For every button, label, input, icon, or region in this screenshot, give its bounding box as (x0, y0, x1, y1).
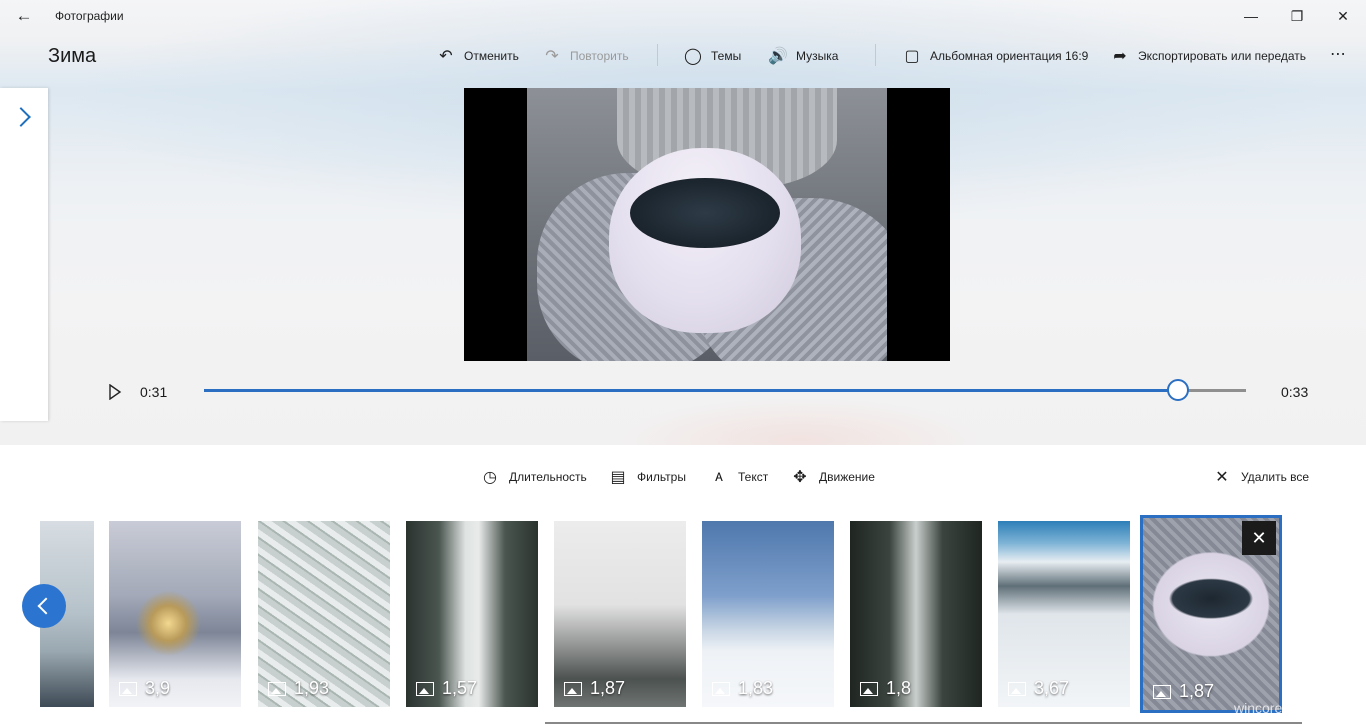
project-title: Зима (48, 45, 97, 67)
seek-bar[interactable] (204, 389, 1246, 392)
storyboard: 3,9 1,93 1,57 1,87 1,83 1,8 3,67 ✕ 1,87 (0, 515, 1366, 728)
project-library-panel[interactable] (0, 88, 48, 421)
image-icon (712, 681, 730, 696)
export-label: Экспортировать или передать (1138, 49, 1307, 63)
scroll-left-button[interactable] (22, 584, 66, 628)
duration-label: Длительность (509, 470, 587, 484)
text-icon: ᴀ (715, 468, 723, 485)
storyboard-clip[interactable]: 1,93 (258, 521, 390, 707)
clip-duration: 3,67 (1008, 678, 1069, 699)
clip-duration: 1,87 (1153, 681, 1214, 702)
toolbar-divider (657, 44, 658, 66)
minimize-button[interactable]: — (1228, 0, 1274, 32)
chevron-left-icon (37, 597, 55, 615)
motion-icon: ✥ (793, 469, 807, 486)
clip-duration-value: 3,67 (1034, 678, 1070, 698)
redo-label: Повторить (570, 49, 629, 63)
image-icon (416, 681, 434, 696)
clip-duration: 1,8 (860, 678, 911, 699)
storyboard-clip[interactable]: 1,83 (702, 521, 834, 707)
share-icon: ➦ (1113, 48, 1127, 65)
clip-duration-value: 1,8 (886, 678, 912, 698)
title-bar: ← Фотографии — ❐ ✕ (0, 0, 1366, 32)
more-options-button[interactable]: ⋯ (1330, 44, 1347, 64)
current-time: 0:31 (140, 384, 168, 400)
preview-frame-image (527, 88, 887, 361)
storyboard-scrollbar[interactable] (545, 722, 1302, 724)
close-icon: ✕ (1337, 7, 1349, 24)
storyboard-clip-selected[interactable]: ✕ 1,87 (1140, 515, 1282, 713)
image-icon (1153, 684, 1171, 699)
orientation-button[interactable]: ▢ Альбомная ориентация 16:9 (902, 44, 1088, 68)
restore-button[interactable]: ❐ (1274, 0, 1320, 32)
restore-icon: ❐ (1290, 7, 1304, 24)
toolbar-divider (875, 44, 876, 66)
aspect-ratio-icon: ▢ (904, 48, 920, 65)
image-icon (268, 681, 286, 696)
redo-icon: ↷ (545, 48, 559, 65)
motion-button[interactable]: ✥ Движение (789, 465, 875, 489)
close-x-icon: ✕ (1215, 469, 1229, 486)
image-icon (564, 681, 582, 696)
clip-duration-value: 1,57 (442, 678, 478, 698)
music-button[interactable]: 🔊 Музыка (768, 44, 838, 68)
clip-duration-value: 1,87 (1179, 681, 1215, 701)
play-icon (109, 384, 122, 400)
motion-label: Движение (819, 470, 875, 484)
delete-all-label: Удалить все (1241, 470, 1310, 484)
themes-button[interactable]: ◯ Темы (683, 44, 741, 68)
export-button[interactable]: ➦ Экспортировать или передать (1110, 44, 1306, 68)
palette-icon: ◯ (684, 48, 702, 65)
play-button[interactable] (108, 384, 122, 400)
clip-duration: 1,83 (712, 678, 773, 699)
orientation-label: Альбомная ориентация 16:9 (930, 49, 1089, 63)
filters-button[interactable]: ▤ Фильтры (607, 465, 686, 489)
close-icon: ✕ (1251, 527, 1267, 548)
expand-chevron-icon[interactable] (11, 107, 31, 127)
undo-button[interactable]: ↶ Отменить (436, 44, 519, 68)
storyboard-clip[interactable]: 1,87 (554, 521, 686, 707)
watermark: wincore.ru (1234, 700, 1299, 716)
clock-icon: ◷ (483, 469, 497, 486)
clip-duration-value: 1,83 (738, 678, 774, 698)
filters-label: Фильтры (637, 470, 686, 484)
minimize-icon: — (1244, 8, 1258, 24)
delete-all-button[interactable]: ✕ Удалить все (1211, 465, 1309, 489)
clip-duration-value: 3,9 (145, 678, 171, 698)
undo-label: Отменить (464, 49, 519, 63)
storyboard-clip[interactable]: 1,8 (850, 521, 982, 707)
text-button[interactable]: ᴀ Текст (708, 465, 768, 489)
clip-duration-value: 1,87 (590, 678, 626, 698)
image-icon (860, 681, 878, 696)
back-button[interactable]: ← (8, 2, 40, 30)
seek-bar-fill (204, 389, 1179, 392)
clip-duration-value: 1,93 (294, 678, 330, 698)
image-icon (119, 681, 137, 696)
clip-duration: 1,93 (268, 678, 329, 699)
themes-label: Темы (711, 49, 742, 63)
storyboard-clip[interactable]: 3,9 (109, 521, 241, 707)
more-icon: ⋯ (1330, 46, 1347, 63)
image-icon (1008, 681, 1026, 696)
duration-button[interactable]: ◷ Длительность (479, 465, 587, 489)
redo-button[interactable]: ↷ Повторить (542, 44, 629, 68)
clip-duration: 3,9 (119, 678, 170, 699)
storyboard-clip[interactable]: 1,57 (406, 521, 538, 707)
filter-icon: ▤ (610, 469, 626, 486)
close-button[interactable]: ✕ (1320, 0, 1366, 32)
back-arrow-icon: ← (15, 6, 33, 25)
video-preview (464, 88, 950, 361)
remove-clip-button[interactable]: ✕ (1242, 521, 1276, 555)
app-title: Фотографии (55, 9, 124, 23)
storyboard-clip[interactable]: 3,67 (998, 521, 1130, 707)
clip-duration: 1,57 (416, 678, 477, 699)
coffee-shape (630, 178, 780, 248)
music-label: Музыка (796, 49, 839, 63)
total-time: 0:33 (1281, 384, 1309, 400)
clip-duration: 1,87 (564, 678, 625, 699)
undo-icon: ↶ (439, 48, 453, 65)
text-label: Текст (738, 470, 769, 484)
speaker-icon: 🔊 (768, 48, 788, 65)
